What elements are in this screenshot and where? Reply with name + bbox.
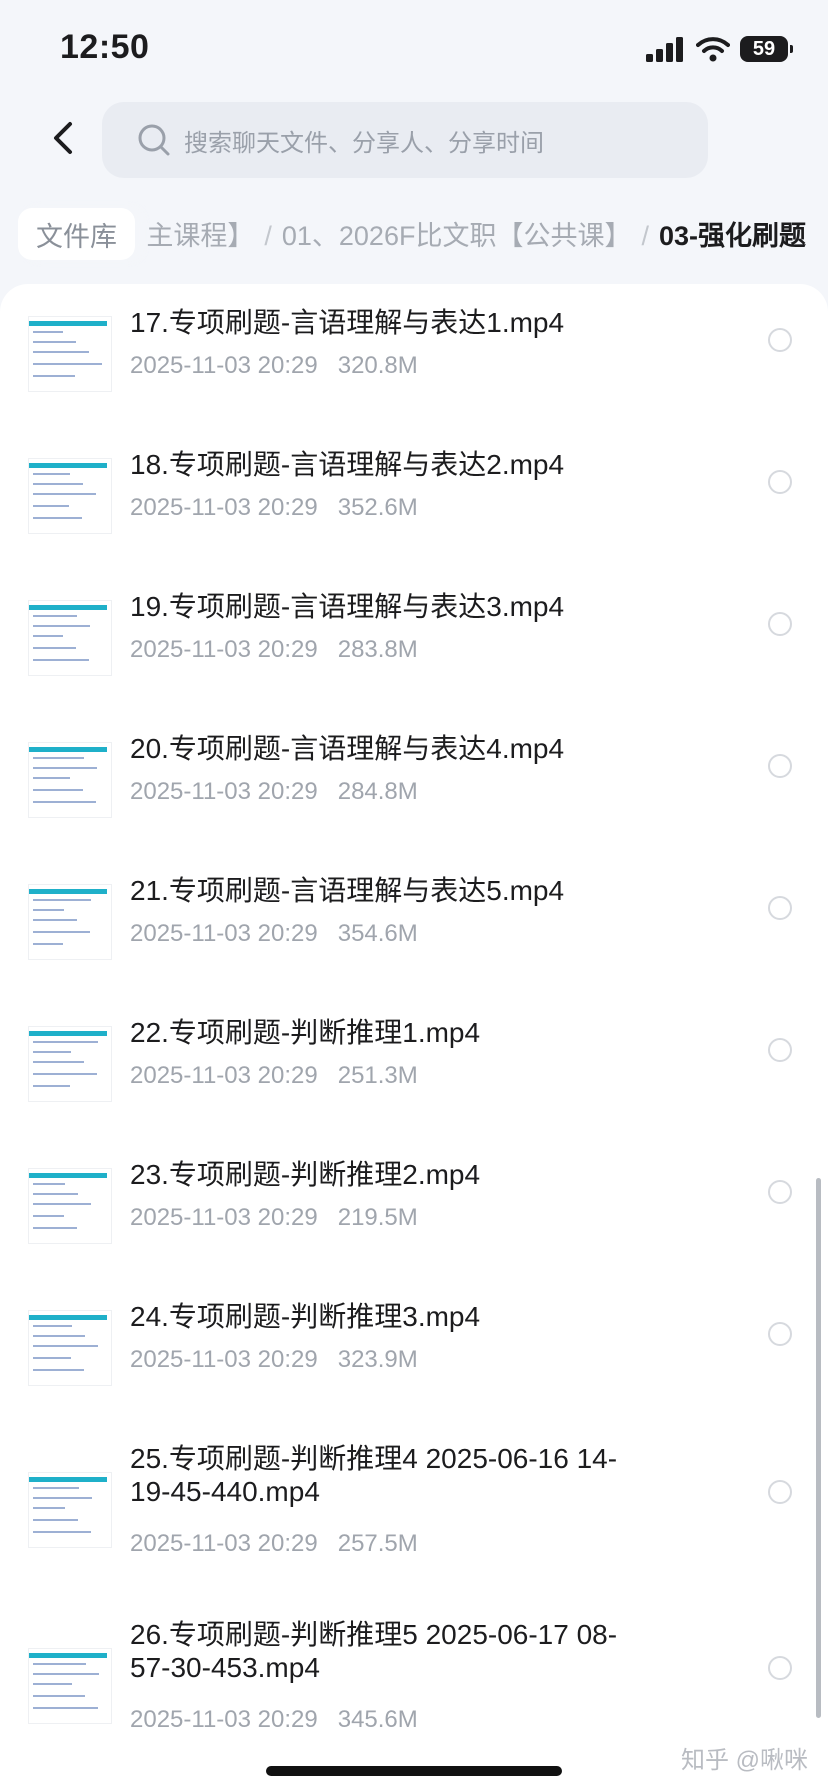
breadcrumb-item[interactable]: 01、2026F比文职【公共课】 (282, 221, 632, 251)
battery-icon: 59 (740, 36, 793, 62)
search-icon (138, 124, 170, 156)
cellular-signal-icon (646, 37, 683, 62)
file-meta: 2025-11-03 20:29 283.8M (130, 636, 418, 664)
status-time: 12:50 (60, 28, 150, 66)
file-meta: 2025-11-03 20:29 257.5M (130, 1530, 418, 1558)
breadcrumb-current: 03-强化刷题 (658, 221, 806, 251)
video-thumbnail (28, 1310, 112, 1386)
chevron-left-icon (54, 122, 72, 154)
back-button[interactable] (44, 112, 84, 164)
file-meta: 2025-11-03 20:29 320.8M (130, 352, 418, 380)
search-input[interactable]: 搜索聊天文件、分享人、分享时间 (102, 102, 708, 178)
file-name: 22.专项刷题-判断推理1.mp4 (130, 1017, 481, 1048)
file-name: 24.专项刷题-判断推理3.mp4 (130, 1301, 481, 1332)
status-icons: 59 (646, 34, 793, 64)
file-size: 354.6M (337, 920, 418, 947)
select-radio[interactable] (768, 1180, 792, 1204)
video-thumbnail (28, 1026, 112, 1102)
file-size: 219.5M (337, 1204, 418, 1231)
file-name: 26.专项刷题-判断推理5 2025-06-17 08-57-30-453.mp… (130, 1619, 618, 1683)
breadcrumb-separator: / (641, 221, 649, 251)
select-radio[interactable] (768, 754, 792, 778)
file-date: 2025-11-03 20:29 (130, 920, 318, 947)
file-date: 2025-11-03 20:29 (130, 352, 318, 379)
select-radio[interactable] (768, 1038, 792, 1062)
file-size: 283.8M (337, 636, 418, 663)
file-date: 2025-11-03 20:29 (130, 1530, 318, 1557)
file-name: 19.专项刷题-言语理解与表达3.mp4 (130, 591, 565, 622)
breadcrumb-path: 主课程】 / 01、2026F比文职【公共课】 / 03-强化刷题 (146, 214, 806, 253)
file-date: 2025-11-03 20:29 (130, 1346, 318, 1373)
file-date: 2025-11-03 20:29 (130, 636, 318, 663)
file-date: 2025-11-03 20:29 (130, 1706, 318, 1733)
select-radio[interactable] (768, 470, 792, 494)
file-date: 2025-11-03 20:29 (130, 1204, 318, 1231)
file-size: 284.8M (337, 778, 418, 805)
file-size: 345.6M (337, 1706, 418, 1733)
file-name: 21.专项刷题-言语理解与表达5.mp4 (130, 875, 565, 906)
file-name: 20.专项刷题-言语理解与表达4.mp4 (130, 733, 565, 764)
breadcrumb-item[interactable]: 主课程】 (146, 221, 254, 251)
video-thumbnail (28, 1472, 112, 1548)
search-placeholder: 搜索聊天文件、分享人、分享时间 (184, 129, 544, 157)
video-thumbnail (28, 1168, 112, 1244)
home-indicator[interactable] (266, 1766, 562, 1776)
video-thumbnail (28, 600, 112, 676)
breadcrumb-home[interactable]: 文件库 (18, 208, 135, 260)
video-thumbnail (28, 316, 112, 392)
file-name: 25.专项刷题-判断推理4 2025-06-16 14-19-45-440.mp… (130, 1443, 618, 1507)
video-thumbnail (28, 884, 112, 960)
file-date: 2025-11-03 20:29 (130, 1062, 318, 1089)
select-radio[interactable] (768, 328, 792, 352)
breadcrumb: 主课程】 / 01、2026F比文职【公共课】 / 03-强化刷题 文件库 (0, 200, 828, 268)
scrollbar[interactable] (816, 1178, 821, 1718)
video-thumbnail (28, 458, 112, 534)
file-size: 323.9M (337, 1346, 418, 1373)
select-radio[interactable] (768, 1322, 792, 1346)
file-name: 18.专项刷题-言语理解与表达2.mp4 (130, 449, 565, 480)
file-meta: 2025-11-03 20:29 251.3M (130, 1062, 418, 1090)
file-list: 17.专项刷题-言语理解与表达1.mp4 2025-11-03 20:29 320.… (0, 284, 828, 1792)
breadcrumb-separator: / (264, 221, 272, 251)
select-radio[interactable] (768, 1656, 792, 1680)
select-radio[interactable] (768, 1480, 792, 1504)
file-meta: 2025-11-03 20:29 345.6M (130, 1706, 418, 1734)
file-size: 320.8M (337, 352, 418, 379)
wifi-icon (696, 37, 730, 62)
file-date: 2025-11-03 20:29 (130, 494, 318, 521)
file-meta: 2025-11-03 20:29 352.6M (130, 494, 418, 522)
file-meta: 2025-11-03 20:29 219.5M (130, 1204, 418, 1232)
file-meta: 2025-11-03 20:29 323.9M (130, 1346, 418, 1374)
file-size: 251.3M (337, 1062, 418, 1089)
select-radio[interactable] (768, 612, 792, 636)
select-radio[interactable] (768, 896, 792, 920)
file-size: 352.6M (337, 494, 418, 521)
file-name: 23.专项刷题-判断推理2.mp4 (130, 1159, 481, 1190)
video-thumbnail (28, 1648, 112, 1724)
file-meta: 2025-11-03 20:29 284.8M (130, 778, 418, 806)
video-thumbnail (28, 742, 112, 818)
file-name: 17.专项刷题-言语理解与表达1.mp4 (130, 307, 565, 338)
file-meta: 2025-11-03 20:29 354.6M (130, 920, 418, 948)
file-date: 2025-11-03 20:29 (130, 778, 318, 805)
file-size: 257.5M (337, 1530, 418, 1557)
status-bar: 12:50 59 (0, 0, 828, 96)
watermark: 知乎 @啾咪 (680, 1747, 808, 1774)
